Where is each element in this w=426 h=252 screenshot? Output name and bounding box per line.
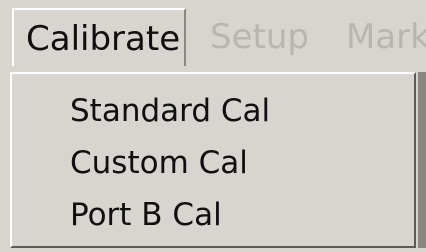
menu-item-custom-cal[interactable]: Custom Cal [12, 140, 414, 186]
calibrate-dropdown-menu: Standard Cal Custom Cal Port B Cal [10, 72, 416, 248]
menu-item-standard-cal[interactable]: Standard Cal [12, 88, 414, 134]
menu-bar: Calibrate Setup Mark [0, 0, 426, 72]
menu-marker[interactable]: Mark [334, 8, 426, 66]
menu-setup[interactable]: Setup [198, 8, 321, 66]
menu-calibrate[interactable]: Calibrate [12, 8, 186, 66]
menu-shadow-edge [418, 72, 426, 248]
menu-item-port-b-cal[interactable]: Port B Cal [12, 192, 414, 238]
